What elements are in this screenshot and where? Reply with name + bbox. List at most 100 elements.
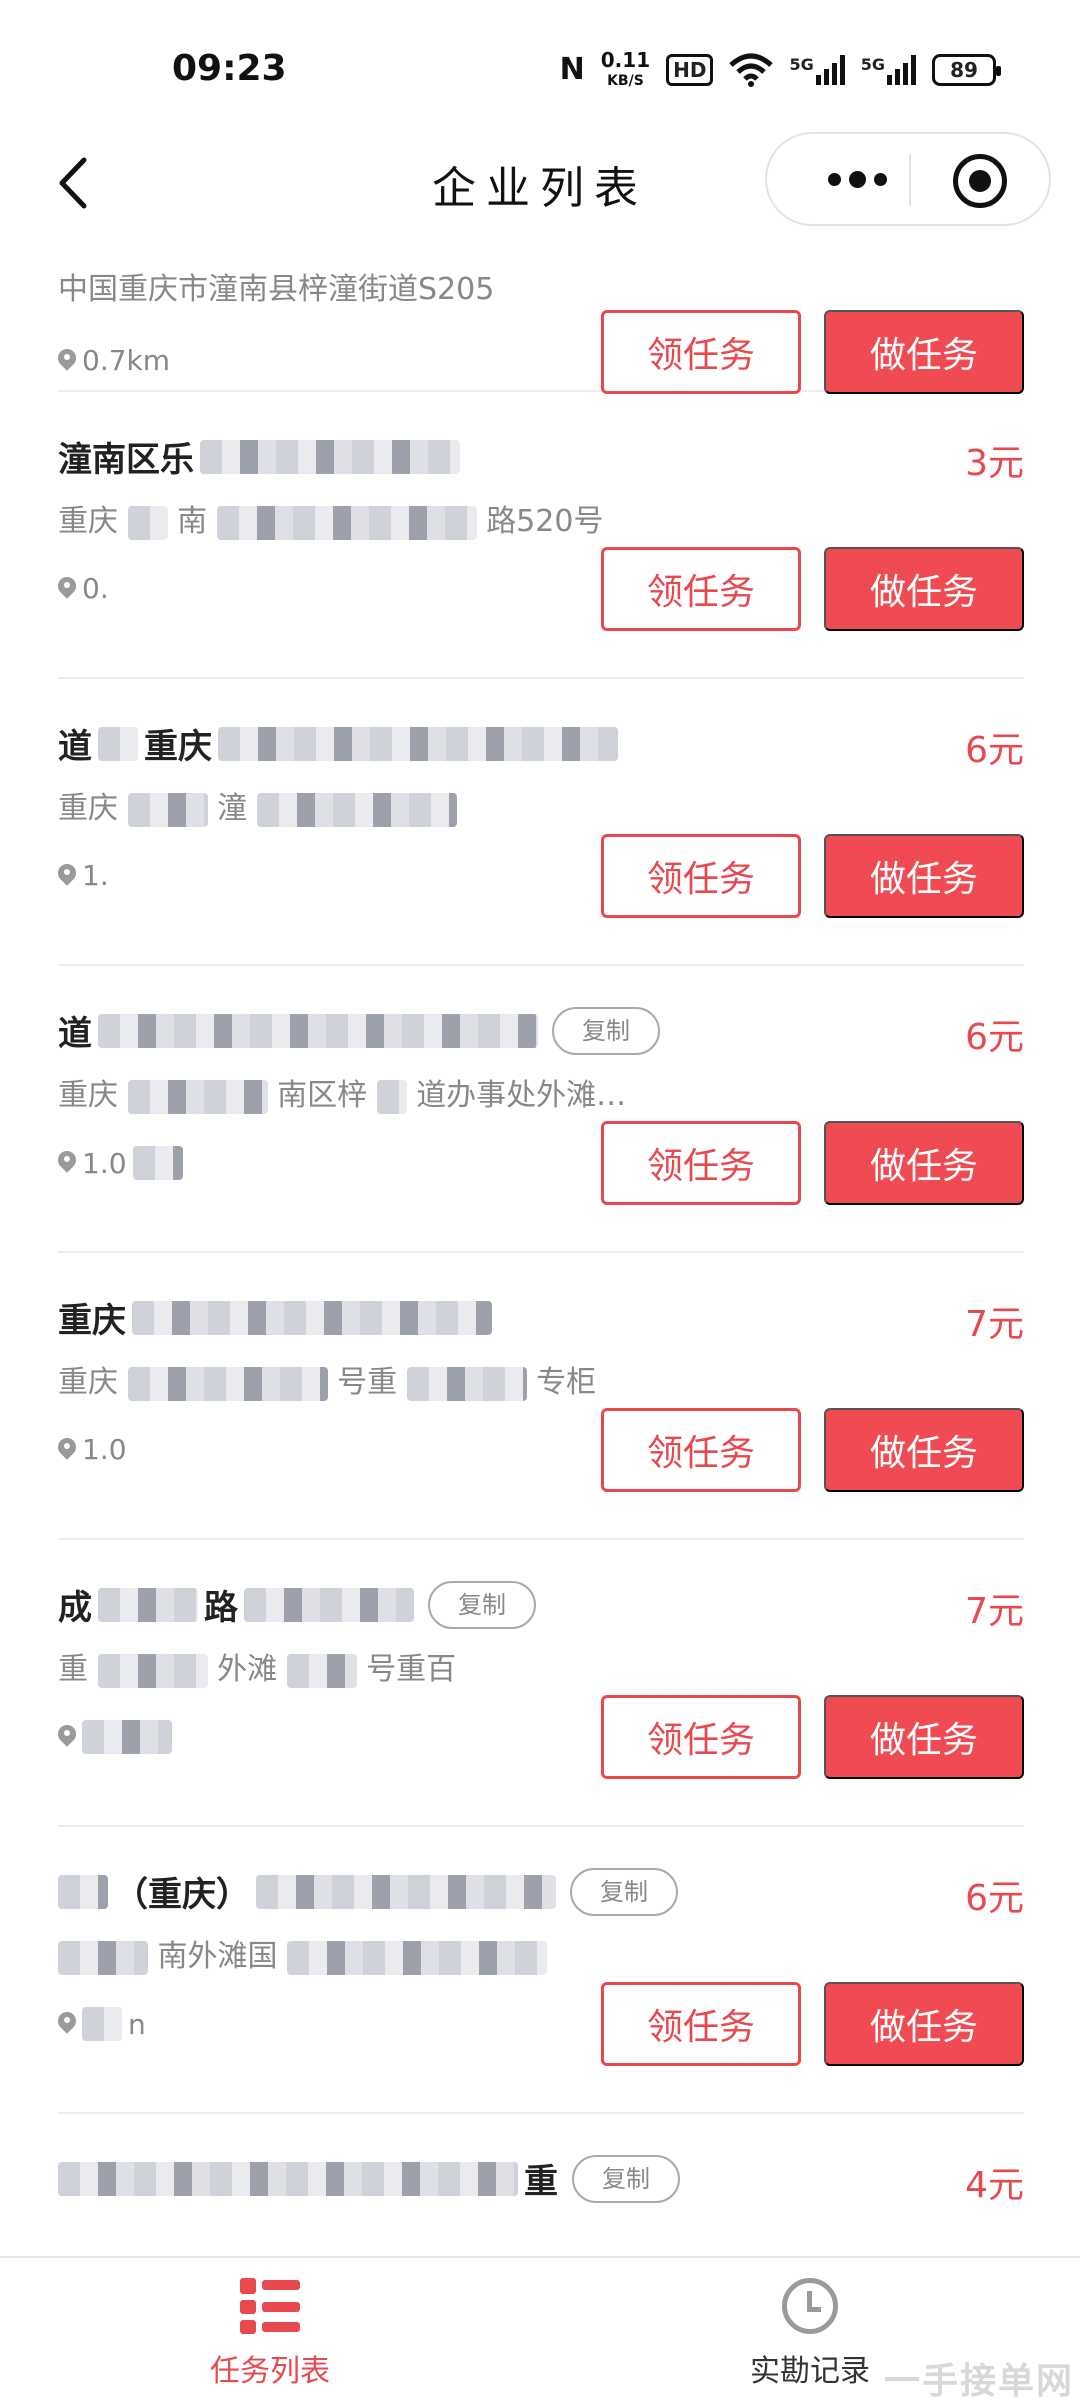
address-start: 重庆 (58, 791, 118, 826)
item-name: 潼南区乐 (58, 432, 460, 481)
claim-task-button[interactable]: 领任务 (601, 1408, 801, 1492)
nav-bar: 企业列表 (0, 128, 1080, 238)
item-distance: 1.0 (58, 1433, 127, 1466)
do-task-button[interactable]: 做任务 (824, 547, 1024, 631)
blurred-text (127, 1079, 268, 1114)
capsule-divider (909, 154, 911, 206)
status-icons: N 0.11 KB/S HD 5G 5G 89 (560, 47, 1001, 90)
location-pin-icon (58, 1438, 76, 1462)
copy-button[interactable]: 复制 (552, 1006, 660, 1055)
item-address: 中国重庆市潼南县梓潼街道S205 (58, 272, 495, 307)
item-price: 4元 (965, 2165, 1024, 2206)
item-distance: n (58, 2007, 146, 2041)
blurred-text (98, 1013, 538, 1048)
blurred-text (58, 2161, 518, 2196)
battery-icon: 89 (932, 54, 1001, 86)
do-task-button[interactable]: 做任务 (824, 1121, 1024, 1205)
network-speed: 0.11 KB/S (600, 47, 651, 90)
blurred-text (127, 505, 168, 540)
blurred-text (218, 726, 618, 761)
item-distance: 0.7km (58, 344, 170, 377)
distance-text: 0.7km (82, 344, 171, 377)
claim-task-button[interactable]: 领任务 (601, 310, 801, 394)
claim-task-button[interactable]: 领任务 (601, 834, 801, 918)
list-item: 成 路 复制 7元 重 外滩 号重百 领任务 做任务 (58, 1540, 1024, 1827)
blurred-text (286, 1653, 357, 1688)
blurred-text (256, 792, 457, 827)
signal-icon-sim2: 5G (861, 55, 916, 85)
do-task-button[interactable]: 做任务 (824, 1982, 1024, 2066)
item-price: 7元 (965, 1304, 1024, 1345)
blurred-text (406, 1366, 527, 1401)
item-name-text: 成 (58, 1588, 92, 1628)
wifi-icon (729, 53, 774, 87)
hd-icon: HD (666, 54, 714, 86)
copy-button[interactable]: 复制 (428, 1580, 536, 1629)
network-speed-unit: KB/S (607, 72, 644, 89)
blurred-text (58, 1874, 108, 1909)
item-name: 成 路 复制 (58, 1580, 536, 1629)
claim-task-button[interactable]: 领任务 (601, 1121, 801, 1205)
history-icon (782, 2278, 838, 2334)
location-pin-icon (58, 2012, 76, 2036)
distance-text: 1. (82, 859, 109, 892)
do-task-button[interactable]: 做任务 (824, 834, 1024, 918)
signal-icon-sim1: 5G (789, 55, 845, 85)
list-item: （重庆） 复制 6元 南外滩国 n 领任务 做任务 (58, 1827, 1024, 2114)
item-name: 重庆 (58, 1293, 492, 1342)
item-address: 重庆 南 路520号 (58, 496, 603, 540)
address-mid: 南外滩国 (157, 1939, 278, 1974)
address-start: 重 (58, 1652, 88, 1687)
list-item: 潼南区乐 3元 重庆 南 路520号 0. 领任务 做任务 (58, 392, 1024, 679)
item-name: （重庆） 复制 (58, 1867, 678, 1916)
item-address: 重庆 号重 专柜 (58, 1357, 596, 1401)
blurred-text (132, 1300, 492, 1335)
do-task-button[interactable]: 做任务 (824, 1695, 1024, 1779)
watermark: 一手接单网 (883, 2361, 1074, 2400)
blurred-text (127, 1366, 328, 1401)
address-start: 重庆 (58, 1078, 118, 1113)
claim-task-button[interactable]: 领任务 (601, 547, 801, 631)
blurred-text (98, 726, 138, 761)
claim-task-button[interactable]: 领任务 (601, 1695, 801, 1779)
item-address: 重 外滩 号重百 (58, 1644, 456, 1688)
status-time: 09:23 (172, 48, 287, 89)
blurred-text (256, 1874, 556, 1909)
blurred-text (216, 505, 477, 540)
item-distance: 1. (58, 859, 109, 892)
item-address: 南外滩国 (58, 1931, 548, 1975)
location-pin-icon (58, 1151, 76, 1175)
do-task-button[interactable]: 做任务 (824, 310, 1024, 394)
list-item: 道 重庆 6元 重庆 潼 1. 领任务 做任务 (58, 679, 1024, 966)
sim1-label: 5G (789, 55, 814, 74)
more-icon[interactable] (807, 134, 907, 224)
blurred-text (244, 1587, 414, 1622)
network-speed-value: 0.11 (600, 47, 651, 72)
status-bar: 09:23 N 0.11 KB/S HD 5G 5G 89 (0, 0, 1080, 128)
tab-task-list[interactable]: 任务列表 (120, 2278, 420, 2390)
blurred-text (82, 2007, 122, 2041)
item-name: 道 复制 (58, 1006, 660, 1055)
address-start: 重庆 (58, 1365, 118, 1400)
do-task-button[interactable]: 做任务 (824, 1408, 1024, 1492)
item-name-text: （重庆） (114, 1875, 250, 1915)
blurred-text (287, 1940, 548, 1975)
item-name-text: 重庆 (58, 1301, 126, 1341)
close-icon[interactable] (953, 154, 1007, 208)
list-item: 重庆 7元 重庆 号重 专柜 1.0 领任务 做任务 (58, 1253, 1024, 1540)
item-name: 道 重庆 (58, 719, 618, 768)
item-price: 7元 (965, 1591, 1024, 1632)
item-address: 重庆 潼 (58, 783, 457, 827)
claim-task-button[interactable]: 领任务 (601, 1982, 801, 2066)
blurred-text (97, 1653, 208, 1688)
item-name-mid: 重 (524, 2162, 558, 2202)
item-price: 3元 (965, 443, 1024, 484)
distance-text: 0. (82, 572, 109, 605)
location-pin-icon (58, 864, 76, 888)
address-mid: 外滩 (217, 1652, 278, 1687)
blurred-text (82, 1720, 172, 1754)
company-list[interactable]: 中国重庆市潼南县梓潼街道S205 0.7km 领任务 做任务 潼南区乐 3元 重… (58, 238, 1024, 2400)
copy-button[interactable]: 复制 (570, 1867, 678, 1916)
copy-button[interactable]: 复制 (572, 2154, 680, 2203)
item-price: 6元 (965, 1878, 1024, 1919)
